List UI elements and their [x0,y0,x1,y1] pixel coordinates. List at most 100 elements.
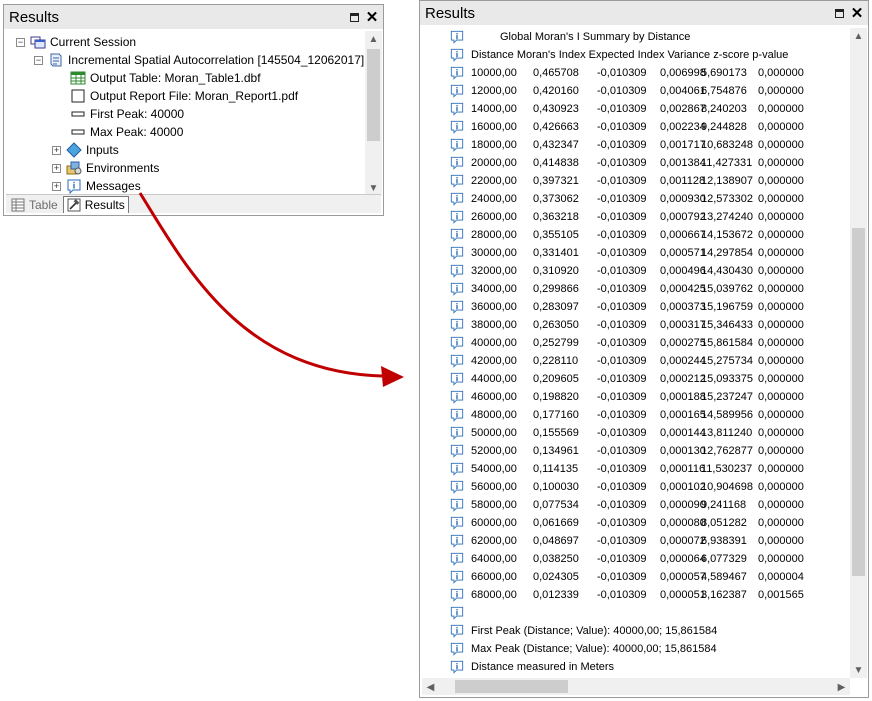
expected-index-cell: -0,010309 [597,283,647,295]
table-row[interactable]: 20000,00 0,414838 -0,010309 0,001384 11,4273… [450,154,804,172]
variance-cell: 0,002234 [660,121,706,133]
table-row[interactable]: 38000,00 0,263050 -0,010309 0,000317 15,3464… [450,316,804,334]
table-row[interactable]: 28000,00 0,355105 -0,010309 0,000667 14,1536… [450,226,804,244]
table-row[interactable]: 48000,00 0,177160 -0,010309 0,000165 14,5899… [450,406,804,424]
zscore-cell: 14,153672 [701,229,753,241]
window-title: Results [425,4,476,22]
moran-index-cell: 0,209605 [533,373,579,385]
moran-index-cell: 0,331401 [533,247,579,259]
table-row[interactable]: 24000,00 0,373062 -0,010309 0,000930 12,5733… [450,190,804,208]
expected-index-cell: -0,010309 [597,247,647,259]
table-row[interactable]: 62000,00 0,048697 -0,010309 0,000072 6,93839… [450,532,804,550]
table-row[interactable]: 36000,00 0,283097 -0,010309 0,000373 15,1967… [450,298,804,316]
table-row[interactable]: 14000,00 0,430923 -0,010309 0,002867 8,24020… [450,100,804,118]
info-message-icon [450,390,464,404]
expected-index-cell: -0,010309 [597,445,647,457]
table-row[interactable]: 34000,00 0,299866 -0,010309 0,000425 15,0397… [450,280,804,298]
pvalue-cell: 0,000000 [758,175,804,187]
scroll-left-icon[interactable]: ◀ [422,679,439,695]
expected-index-cell: -0,010309 [597,355,647,367]
zscore-cell: 15,861584 [701,337,753,349]
zscore-cell: 9,241168 [701,499,747,511]
table-row[interactable]: 64000,00 0,038250 -0,010309 0,000064 6,07732… [450,550,804,568]
scroll-thumb[interactable] [852,228,865,576]
message-summary-title[interactable]: Global Moran's I Summary by Distance [450,28,690,46]
distance-cell: 44000,00 [471,373,517,385]
distance-cell: 36000,00 [471,301,517,313]
distance-cell: 12000,00 [471,85,517,97]
variance-cell: 0,000792 [660,211,706,223]
table-row[interactable]: 10000,00 0,465708 -0,010309 0,006998 5,69017… [450,64,804,82]
table-row[interactable]: 68000,00 0,012339 -0,010309 0,000051 3,16238… [450,586,804,604]
zscore-cell: 12,573302 [701,193,753,205]
zscore-cell: 3,162387 [701,589,747,601]
info-message-icon [450,282,464,296]
expected-index-cell: -0,010309 [597,373,647,385]
zscore-cell: 15,346433 [701,319,753,331]
pin-icon[interactable] [832,6,846,20]
table-row[interactable]: 22000,00 0,397321 -0,010309 0,001128 12,1389… [450,172,804,190]
table-row[interactable]: 56000,00 0,100030 -0,010309 0,000102 10,9046… [450,478,804,496]
pvalue-cell: 0,000000 [758,409,804,421]
info-message-icon [450,264,464,278]
moran-index-cell: 0,198820 [533,391,579,403]
table-row[interactable]: 46000,00 0,198820 -0,010309 0,000188 15,2372… [450,388,804,406]
zscore-cell: 9,244828 [701,121,747,133]
variance-cell: 0,001128 [660,175,706,187]
table-row[interactable]: 50000,00 0,155569 -0,010309 0,000144 13,8112… [450,424,804,442]
table-row[interactable]: 54000,00 0,114135 -0,010309 0,000116 11,5302… [450,460,804,478]
message-empty[interactable] [450,604,471,622]
table-row[interactable]: 32000,00 0,310920 -0,010309 0,000496 14,4304… [450,262,804,280]
scroll-up-icon[interactable]: ▲ [850,28,867,44]
message-max-peak[interactable]: Max Peak (Distance; Value): 40000,00; 15… [450,640,717,658]
table-row[interactable]: 60000,00 0,061669 -0,010309 0,000080 8,05128… [450,514,804,532]
scroll-right-icon[interactable]: ▶ [833,679,850,695]
info-message-icon [450,426,464,440]
info-message-icon [450,624,464,638]
table-row[interactable]: 26000,00 0,363218 -0,010309 0,000792 13,2742… [450,208,804,226]
expected-index-cell: -0,010309 [597,517,647,529]
table-row[interactable]: 16000,00 0,426663 -0,010309 0,002234 9,24482… [450,118,804,136]
zscore-cell: 15,275734 [701,355,753,367]
messages-vertical-scrollbar[interactable]: ▲ ▼ [850,28,867,678]
expected-index-cell: -0,010309 [597,553,647,565]
message-table-header[interactable]: Distance Moran's Index Expected Index Va… [450,46,788,64]
message-units-note[interactable]: Distance measured in Meters [450,658,614,676]
table-row[interactable]: 44000,00 0,209605 -0,010309 0,000212 15,0933… [450,370,804,388]
messages-horizontal-scrollbar[interactable]: ◀ ▶ [422,678,850,695]
table-row[interactable]: 12000,00 0,420160 -0,010309 0,004061 6,75487… [450,82,804,100]
table-row[interactable]: 66000,00 0,024305 -0,010309 0,000057 4,58946… [450,568,804,586]
scroll-down-icon[interactable]: ▼ [850,662,867,678]
moran-index-cell: 0,310920 [533,265,579,277]
distance-cell: 14000,00 [471,103,517,115]
table-row[interactable]: 40000,00 0,252799 -0,010309 0,000275 15,8615… [450,334,804,352]
table-row[interactable]: 18000,00 0,432347 -0,010309 0,001717 10,6832… [450,136,804,154]
distance-cell: 66000,00 [471,571,517,583]
table-row[interactable]: 30000,00 0,331401 -0,010309 0,000571 14,2978… [450,244,804,262]
message-first-peak[interactable]: First Peak (Distance; Value): 40000,00; … [450,622,717,640]
info-message-icon [450,192,464,206]
moran-index-cell: 0,252799 [533,337,579,349]
messages-list: Global Moran's I Summary by Distance Dist… [450,28,850,678]
table-row[interactable]: 58000,00 0,077534 -0,010309 0,000090 9,24116… [450,496,804,514]
info-message-icon [450,372,464,386]
zscore-cell: 15,093375 [701,373,753,385]
close-icon[interactable]: ✕ [850,6,864,21]
variance-cell: 0,000667 [660,229,706,241]
pvalue-cell: 0,000000 [758,67,804,79]
zscore-cell: 10,904698 [701,481,753,493]
table-row[interactable]: 42000,00 0,228110 -0,010309 0,000244 15,2757… [450,352,804,370]
moran-index-cell: 0,048697 [533,535,579,547]
table-row[interactable]: 52000,00 0,134961 -0,010309 0,000130 12,7628… [450,442,804,460]
moran-index-cell: 0,114135 [533,463,579,475]
pvalue-cell: 0,001565 [758,589,804,601]
distance-cell: 30000,00 [471,247,517,259]
variance-cell: 0,000244 [660,355,706,367]
moran-index-cell: 0,228110 [533,355,579,367]
title-bar[interactable]: Results ✕ [420,1,868,25]
variance-cell: 0,000571 [660,247,706,259]
distance-cell: 54000,00 [471,463,517,475]
pvalue-cell: 0,000000 [758,499,804,511]
scroll-thumb[interactable] [455,680,568,693]
zscore-cell: 13,811240 [701,427,753,439]
